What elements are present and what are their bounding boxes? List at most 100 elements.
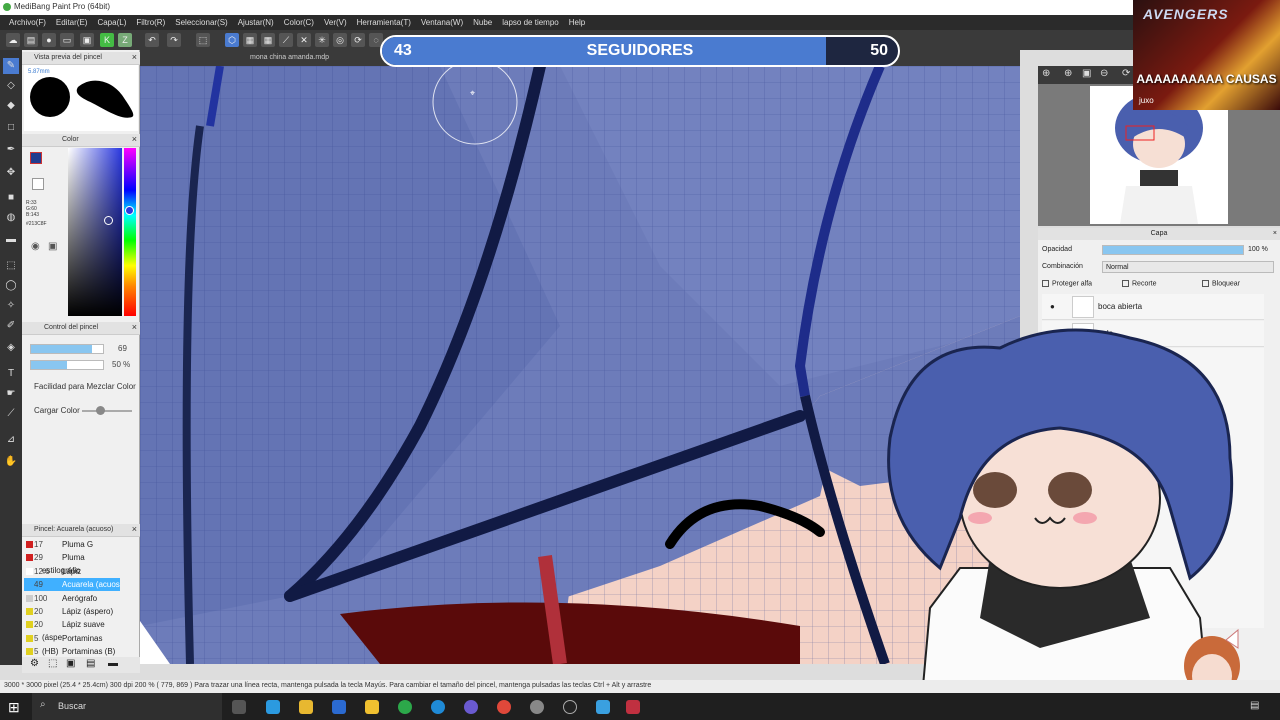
close-icon[interactable]: × (1273, 228, 1277, 240)
brush-list-item[interactable]: 5 Portaminas (HB) (24, 632, 120, 656)
menu-color[interactable]: Color(C) (279, 18, 319, 27)
menu-editar[interactable]: Editar(E) (51, 18, 93, 27)
brush-size-slider[interactable] (30, 344, 104, 354)
chat-icon[interactable]: ● (42, 33, 56, 47)
rect-tool-icon[interactable]: □ (3, 120, 19, 136)
document-tab[interactable]: mona china amanda.mdp (250, 54, 329, 61)
redo-icon[interactable]: ↷ (167, 33, 181, 47)
medibang-icon[interactable] (596, 700, 610, 714)
brush-add-icon[interactable]: ▣ (66, 658, 75, 669)
color-set-icon[interactable]: ▣ (48, 241, 57, 252)
close-icon[interactable]: × (132, 524, 137, 534)
select-eraser-icon[interactable]: ◈ (3, 340, 19, 356)
menu-ventana[interactable]: Ventana(W) (416, 18, 468, 27)
brush-list-item[interactable]: 49 Acuarela (acuos (24, 578, 120, 592)
clip-checkbox[interactable]: Recorte (1122, 280, 1157, 287)
new-file-icon[interactable]: ▤ (24, 33, 38, 47)
brush-copy-icon[interactable]: ▤ (86, 658, 95, 669)
window-icon[interactable]: ▭ (60, 33, 74, 47)
hue-cursor[interactable] (125, 206, 134, 215)
load-color-knob[interactable] (96, 406, 105, 415)
color-picker-icon[interactable]: ◉ (31, 241, 40, 252)
snap-parallel-icon[interactable]: ⟋ (279, 33, 293, 47)
undo-icon[interactable]: ↶ (145, 33, 159, 47)
chrome-icon[interactable] (497, 700, 511, 714)
brush-list-item[interactable]: 20 Lápiz suave (áspe (24, 618, 120, 642)
layer-opacity-slider[interactable] (1102, 245, 1244, 255)
divide-tool-icon[interactable]: ⟋ (3, 406, 19, 422)
snap-circle-icon[interactable]: ◎ (333, 33, 347, 47)
menu-ajustar[interactable]: Ajustar(N) (233, 18, 279, 27)
brush-list-item[interactable]: 12.6 Lápiz (24, 565, 120, 578)
eraser-tool-icon[interactable]: ◇ (3, 78, 19, 94)
close-icon[interactable]: × (132, 322, 137, 332)
task-view-icon[interactable] (232, 700, 246, 714)
hue-slider[interactable] (124, 148, 136, 316)
zoom-in-icon[interactable]: ⊕ (1064, 68, 1072, 79)
brush-tool-icon[interactable]: ✎ (3, 58, 19, 74)
dot-tool-icon[interactable]: ◆ (3, 98, 19, 114)
snap-off-icon[interactable]: ⬡ (225, 33, 239, 47)
fill-rect-tool-icon[interactable]: ■ (3, 190, 19, 206)
bucket-tool-icon[interactable]: ◍ (3, 210, 19, 226)
magic-wand-icon[interactable]: ✧ (3, 298, 19, 314)
gradient-tool-icon[interactable]: ▬ (3, 232, 19, 248)
brush-import-icon[interactable]: ⬚ (48, 658, 57, 669)
zoom-out-icon[interactable]: ⊖ (1100, 68, 1108, 79)
menu-help[interactable]: Help (564, 18, 590, 27)
selection-icon[interactable]: ⬚ (196, 33, 210, 47)
chrome-alt-icon[interactable] (530, 700, 544, 714)
brush-list-item[interactable]: 20 Lápiz (áspero) (24, 605, 120, 618)
cloud-icon[interactable]: ☁ (6, 33, 20, 47)
select-pen-icon[interactable]: ✐ (3, 318, 19, 334)
app-k-icon[interactable]: K (100, 33, 114, 47)
snap-cross-icon[interactable]: ✕ (297, 33, 311, 47)
visibility-eye-icon[interactable]: ● (1050, 294, 1055, 320)
move-tool-icon[interactable]: ✥ (3, 165, 19, 181)
primary-color-swatch[interactable] (30, 152, 42, 164)
file-explorer-icon[interactable] (299, 700, 313, 714)
close-icon[interactable]: × (132, 52, 137, 62)
menu-lapso[interactable]: lapso de tiempo (497, 18, 563, 27)
brush-opacity-slider[interactable] (30, 360, 104, 370)
discord-icon[interactable] (464, 700, 478, 714)
menu-capa[interactable]: Capa(L) (92, 18, 131, 27)
blend-mode-select[interactable]: Normal (1102, 261, 1274, 273)
notifications-icon[interactable]: ▤ (1250, 700, 1259, 711)
hand-tool-icon[interactable]: ✋ (3, 454, 19, 470)
menu-nube[interactable]: Nube (468, 18, 497, 27)
save-icon[interactable]: ▣ (80, 33, 94, 47)
menu-herramienta[interactable]: Herramienta(T) (352, 18, 416, 27)
load-color-slider[interactable] (82, 406, 132, 415)
menu-seleccionar[interactable]: Seleccionar(S) (170, 18, 232, 27)
snap-grid2-icon[interactable]: ▦ (261, 33, 275, 47)
operation-tool-icon[interactable]: ☛ (3, 386, 19, 402)
brush-list-item[interactable]: 100 Aerógrafo (24, 592, 120, 605)
eyedropper-tool-icon[interactable]: ⊿ (3, 432, 19, 448)
layer-row[interactable]: ● boca abierta (1042, 294, 1264, 320)
protect-alpha-checkbox[interactable]: Proteger alfa (1042, 280, 1092, 287)
brush-folder-icon[interactable]: ▬ (108, 658, 118, 669)
zoom-fit-icon[interactable]: ⊕ (1042, 68, 1050, 79)
brush-list-item[interactable]: 29 Pluma estilográfic (24, 551, 120, 575)
windows-start-icon[interactable]: ⊞ (8, 699, 20, 716)
pen-app-icon[interactable] (266, 700, 280, 714)
edge-icon[interactable] (431, 700, 445, 714)
snap-curve-icon[interactable]: ⟳ (351, 33, 365, 47)
menu-ver[interactable]: Ver(V) (319, 18, 352, 27)
secondary-color-swatch[interactable] (32, 178, 44, 190)
pen-tool-icon[interactable]: ✒ (3, 142, 19, 158)
select-tool-icon[interactable]: ⬚ (3, 258, 19, 274)
snap-radial-icon[interactable]: ✳ (315, 33, 329, 47)
menu-filtro[interactable]: Filtro(R) (131, 18, 170, 27)
rotate-icon[interactable]: ⟳ (1122, 68, 1130, 79)
taskbar-search[interactable]: ⌕ Buscar (32, 693, 222, 720)
color-sv-field[interactable] (68, 148, 122, 316)
edge-dev-icon[interactable] (332, 700, 346, 714)
whatsapp-icon[interactable] (398, 700, 412, 714)
calendar-app-icon[interactable] (365, 700, 379, 714)
obs-icon[interactable] (563, 700, 577, 714)
menu-archivo[interactable]: Archivo(F) (4, 18, 51, 27)
snap-grid-icon[interactable]: ▦ (243, 33, 257, 47)
brush-list-item[interactable]: 17 Pluma G (24, 538, 120, 551)
